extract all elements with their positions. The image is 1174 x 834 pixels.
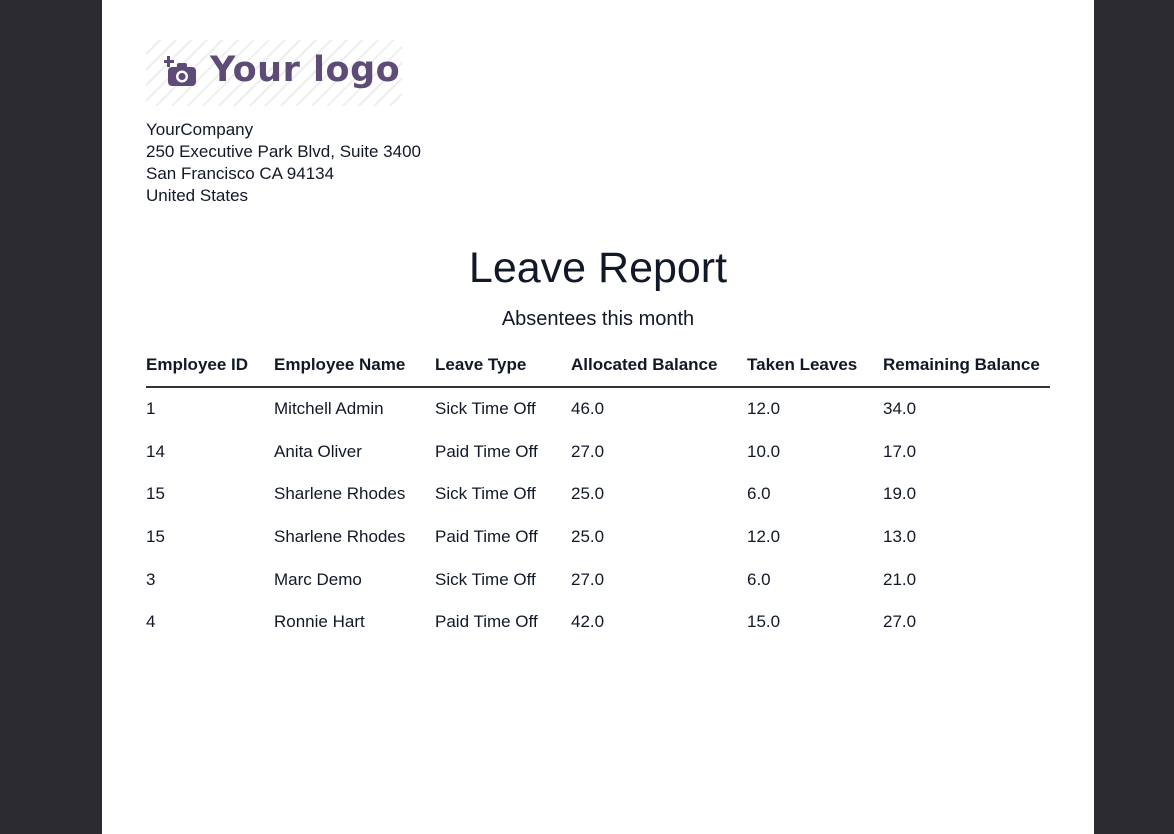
cell-remaining-balance: 21.0 [883,569,917,589]
company-city: San Francisco CA 94134 [146,164,335,183]
company-name: YourCompany [146,120,254,139]
report-page: Your logo YourCompany 250 Executive Park… [102,0,1094,834]
cell-taken-leaves: 6.0 [747,484,771,504]
cell-allocated-balance: 25.0 [571,527,605,547]
company-country: United States [146,186,249,205]
cell-taken-leaves: 10.0 [747,441,781,461]
cell-remaining-balance: 27.0 [883,612,917,632]
cell-employee-id: 15 [146,527,165,547]
company-address: YourCompany 250 Executive Park Blvd, Sui… [146,119,421,207]
cell-allocated-balance: 42.0 [571,612,605,632]
table-row: 15 Sharlene Rhodes Sick Time Off 25.0 6.… [146,473,1050,516]
column-header-employee-id: Employee ID [146,343,274,388]
logo-text: Your logo [210,50,401,90]
leave-table: Employee ID Employee Name Leave Type All… [146,343,1050,644]
cell-remaining-balance: 17.0 [883,441,917,461]
cell-taken-leaves: 15.0 [747,612,781,632]
cell-remaining-balance: 34.0 [883,399,917,419]
column-header-taken-leaves: Taken Leaves [747,343,883,388]
cell-leave-type: Sick Time Off [435,484,536,504]
cell-remaining-balance: 19.0 [883,484,917,504]
cell-employee-id: 15 [146,484,165,504]
table-row: 4 Ronnie Hart Paid Time Off 42.0 15.0 27… [146,601,1050,644]
company-logo: Your logo [146,40,402,106]
table-row: 14 Anita Oliver Paid Time Off 27.0 10.0 … [146,431,1050,474]
cell-leave-type: Paid Time Off [435,612,538,632]
cell-employee-id: 4 [146,612,156,632]
camera-plus-icon [164,56,196,86]
cell-remaining-balance: 13.0 [883,527,917,547]
cell-leave-type: Sick Time Off [435,569,536,589]
cell-employee-name: Mitchell Admin [274,399,384,419]
cell-taken-leaves: 12.0 [747,399,781,419]
cell-allocated-balance: 25.0 [571,484,605,504]
cell-leave-type: Paid Time Off [435,527,538,547]
column-header-employee-name: Employee Name [274,343,435,388]
cell-employee-name: Anita Oliver [274,441,362,461]
column-header-allocated-balance: Allocated Balance [571,343,747,388]
table-row: 15 Sharlene Rhodes Paid Time Off 25.0 12… [146,516,1050,559]
cell-taken-leaves: 6.0 [747,569,771,589]
table-row: 3 Marc Demo Sick Time Off 27.0 6.0 21.0 [146,558,1050,601]
cell-employee-name: Marc Demo [274,569,362,589]
column-header-remaining-balance: Remaining Balance [883,343,1050,388]
report-title: Leave Report [468,244,728,292]
report-subtitle: Absentees this month [501,308,695,330]
table-row: 1 Mitchell Admin Sick Time Off 46.0 12.0… [146,387,1050,431]
cell-leave-type: Paid Time Off [435,441,538,461]
cell-allocated-balance: 46.0 [571,399,605,419]
company-street: 250 Executive Park Blvd, Suite 3400 [146,142,421,161]
cell-allocated-balance: 27.0 [571,441,605,461]
document-viewer: Your logo YourCompany 250 Executive Park… [0,0,1174,834]
cell-employee-id: 3 [146,569,156,589]
cell-taken-leaves: 12.0 [747,527,781,547]
cell-employee-name: Ronnie Hart [274,612,365,632]
cell-employee-id: 1 [146,399,156,419]
cell-leave-type: Sick Time Off [435,399,536,419]
table-header-row: Employee ID Employee Name Leave Type All… [146,343,1050,388]
cell-employee-name: Sharlene Rhodes [274,484,406,504]
cell-allocated-balance: 27.0 [571,569,605,589]
cell-employee-id: 14 [146,441,165,461]
column-header-leave-type: Leave Type [435,343,571,388]
cell-employee-name: Sharlene Rhodes [274,527,406,547]
